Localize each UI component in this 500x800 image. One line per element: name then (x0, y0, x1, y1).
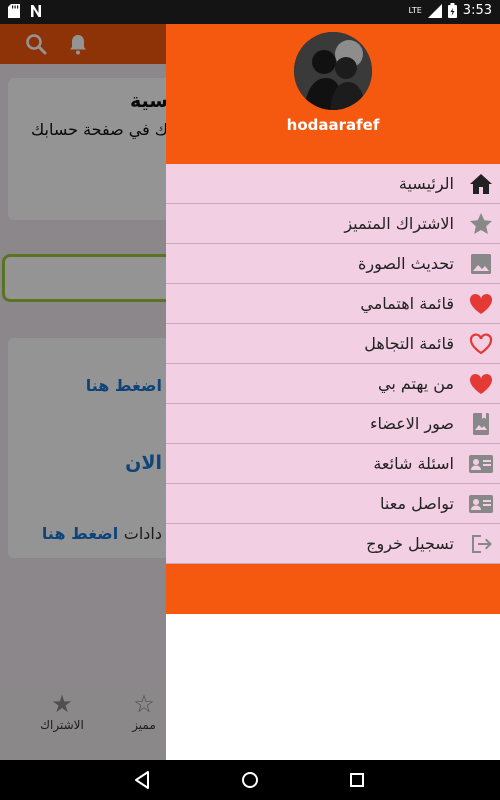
menu-item-label: قائمة التجاهل (364, 334, 454, 353)
menu-item-interests[interactable]: قائمة اهتمامي (166, 284, 500, 324)
contact-card-icon (469, 495, 493, 513)
drawer-footer (166, 564, 500, 614)
home-nav-icon[interactable] (240, 770, 260, 790)
heart-filled-icon (469, 373, 493, 394)
battery-icon (447, 3, 457, 18)
menu-item-label: الرئيسية (398, 174, 454, 193)
menu-item-label: تحديث الصورة (358, 254, 454, 273)
recents-icon[interactable] (347, 770, 367, 790)
logout-icon (472, 535, 492, 553)
menu-item-update-photo[interactable]: تحديث الصورة (166, 244, 500, 284)
status-bar: LTE 3:53 (0, 0, 500, 24)
menu-item-logout[interactable]: تسجيل خروج (166, 524, 500, 564)
star-icon (470, 213, 492, 234)
home-icon (470, 174, 492, 194)
menu-item-label: قائمة اهتمامي (360, 294, 454, 313)
back-icon[interactable] (133, 770, 153, 790)
image-icon (471, 254, 491, 274)
menu-item-member-photos[interactable]: صور الاعضاء (166, 404, 500, 444)
menu-item-premium[interactable]: الاشتراك المتميز (166, 204, 500, 244)
network-label: LTE (408, 6, 422, 15)
menu-item-home[interactable]: الرئيسية (166, 164, 500, 204)
menu-item-label: من يهتم بي (377, 374, 454, 393)
menu-item-label: تواصل معنا (380, 494, 454, 513)
navigation-drawer: hodaarafef الرئيسية الاشتراك المتميز تحد… (166, 24, 500, 760)
photo-album-icon (473, 413, 489, 435)
username: hodaarafef (286, 116, 380, 134)
notification-icon (31, 5, 41, 17)
sd-card-icon (8, 4, 20, 18)
status-time: 3:53 (462, 3, 492, 18)
heart-outline-icon (469, 333, 493, 355)
menu-item-ignore-list[interactable]: قائمة التجاهل (166, 324, 500, 364)
drawer-menu: الرئيسية الاشتراك المتميز تحديث الصورة ق… (166, 164, 500, 564)
heart-filled-icon (469, 293, 493, 314)
drawer-header: hodaarafef (166, 24, 500, 164)
menu-item-label: تسجيل خروج (366, 534, 454, 553)
system-nav-bar (0, 760, 500, 800)
avatar[interactable] (294, 32, 372, 110)
menu-item-label: الاشتراك المتميز (344, 214, 454, 233)
menu-item-who-likes-me[interactable]: من يهتم بي (166, 364, 500, 404)
menu-item-faq[interactable]: اسئلة شائعة (166, 444, 500, 484)
signal-icon (427, 3, 442, 18)
menu-item-contact-us[interactable]: تواصل معنا (166, 484, 500, 524)
menu-item-label: صور الاعضاء (369, 414, 454, 433)
menu-item-label: اسئلة شائعة (373, 454, 454, 473)
contact-card-icon (469, 455, 493, 473)
